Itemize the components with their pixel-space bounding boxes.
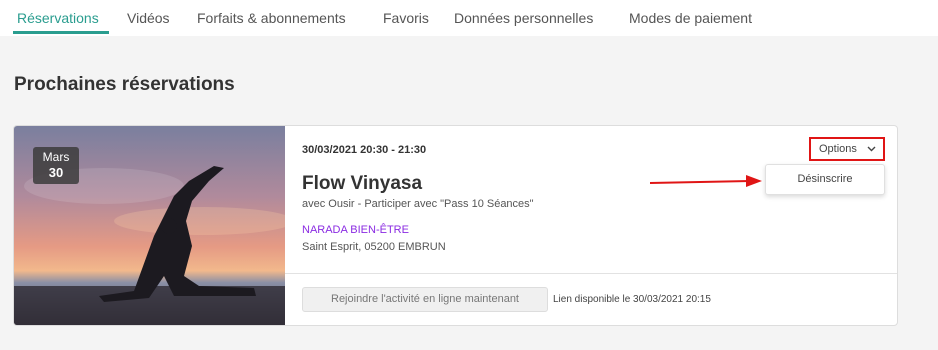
tab-videos[interactable]: Vidéos: [127, 10, 170, 26]
unsubscribe-menu-item[interactable]: Désinscrire: [766, 165, 884, 194]
tab-personal-data[interactable]: Données personnelles: [454, 10, 593, 26]
tab-reservations[interactable]: Réservations: [17, 10, 99, 26]
tab-payment-methods[interactable]: Modes de paiement: [629, 10, 752, 26]
booking-details: 30/03/2021 20:30 - 21:30 Flow Vinyasa av…: [285, 126, 897, 325]
date-badge: Mars 30: [33, 147, 79, 184]
annotation-arrow-icon: [650, 175, 762, 187]
options-label: Options: [819, 143, 857, 155]
tab-plans-subscriptions[interactable]: Forfaits & abonnements: [197, 10, 346, 26]
booking-card: Mars 30 30/03/2021 20:30 - 21:30 Flow Vi…: [13, 125, 898, 326]
link-availability-note: Lien disponible le 30/03/2021 20:15: [553, 294, 711, 305]
class-title: Flow Vinyasa: [302, 173, 423, 194]
chevron-down-icon: [867, 146, 876, 152]
tab-favorites[interactable]: Favoris: [383, 10, 429, 26]
date-month: Mars: [42, 150, 70, 164]
date-day: 30: [48, 165, 64, 180]
studio-address: Saint Esprit, 05200 EMBRUN: [302, 241, 446, 253]
options-dropdown: Désinscrire: [765, 164, 885, 195]
studio-name[interactable]: NARADA BIEN-ÊTRE: [302, 224, 409, 236]
class-photo: Mars 30: [14, 126, 285, 325]
card-divider: [285, 273, 897, 274]
booking-datetime: 30/03/2021 20:30 - 21:30: [302, 144, 427, 156]
section-title: Prochaines réservations: [14, 74, 235, 95]
class-subtitle: avec Ousir - Participer avec "Pass 10 Sé…: [302, 198, 534, 210]
join-online-button[interactable]: Rejoindre l'activité en ligne maintenant: [302, 287, 548, 312]
options-button[interactable]: Options: [809, 137, 885, 161]
active-tab-indicator: [13, 31, 109, 34]
tab-bar: Réservations Vidéos Forfaits & abonnemen…: [0, 0, 938, 36]
